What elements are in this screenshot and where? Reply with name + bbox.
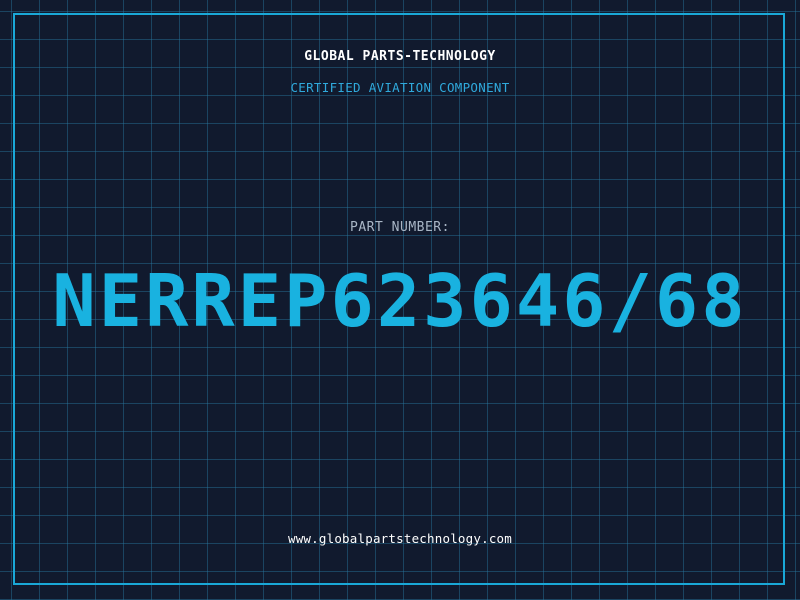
part-number-label: PART NUMBER:: [350, 220, 450, 235]
part-number-value: NERREP623646/68: [52, 259, 748, 343]
company-name: GLOBAL PARTS-TECHNOLOGY: [304, 49, 496, 64]
label-canvas: GLOBAL PARTS-TECHNOLOGY CERTIFIED AVIATI…: [0, 0, 800, 600]
website-url: www.globalpartstechnology.com: [287, 531, 513, 546]
certification-subtitle: CERTIFIED AVIATION COMPONENT: [290, 80, 510, 95]
